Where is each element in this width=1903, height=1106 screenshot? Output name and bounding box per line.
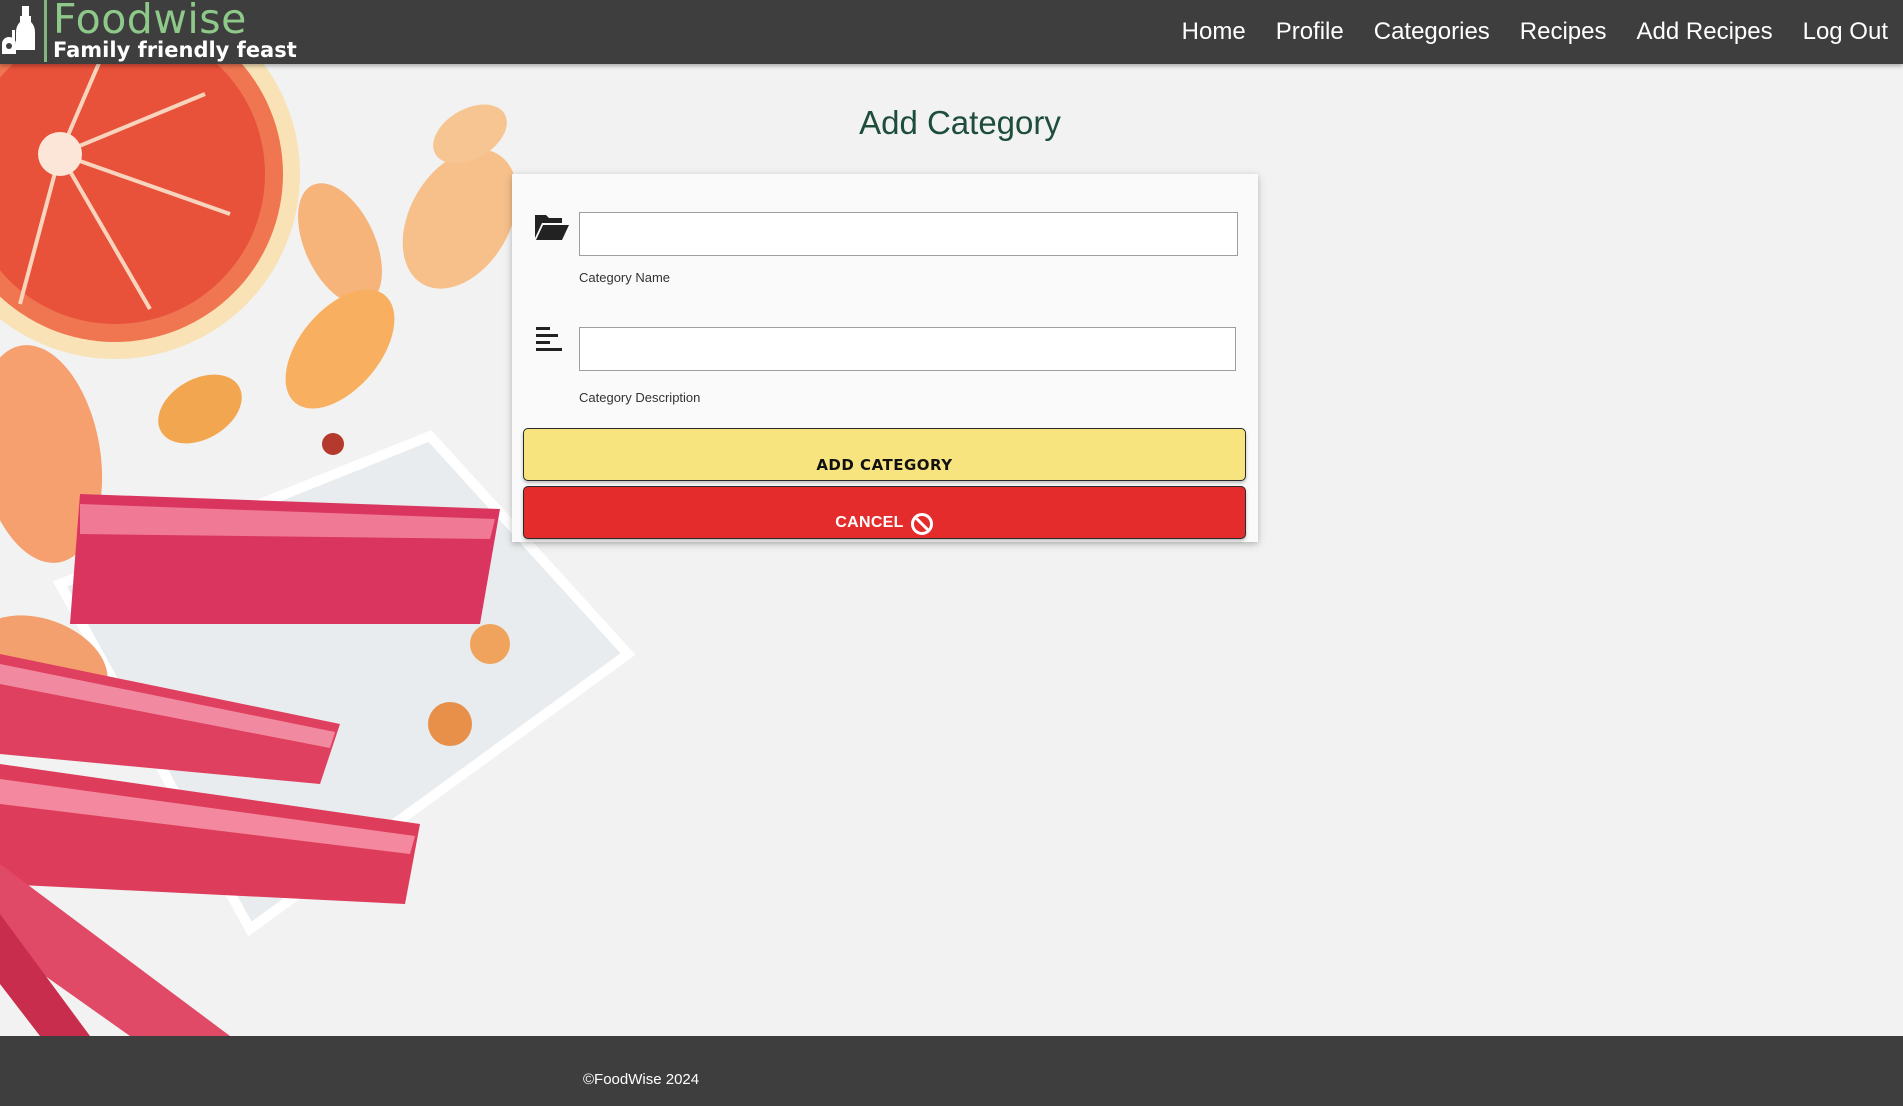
category-description-helper: Category Description: [579, 390, 701, 405]
add-category-label: ADD CATEGORY: [816, 456, 953, 474]
nav-home[interactable]: Home: [1167, 18, 1261, 46]
navbar: Foodwise Family friendly feast Home Prof…: [0, 0, 1903, 64]
logo-divider: [44, 0, 47, 62]
add-category-form: Category Name Category Description ADD C…: [512, 174, 1258, 542]
nav-profile[interactable]: Profile: [1261, 18, 1359, 46]
brand-logo[interactable]: Foodwise Family friendly feast: [0, 0, 297, 64]
nav-add-recipes[interactable]: Add Recipes: [1622, 18, 1788, 46]
cancel-label: CANCEL: [835, 514, 904, 531]
cancel-button[interactable]: CANCEL: [523, 486, 1246, 539]
main-content: Add Category Category Name Category Desc…: [0, 64, 1903, 1036]
footer-copyright: ©FoodWise 2024: [583, 1071, 700, 1088]
folder-open-icon: [534, 212, 572, 246]
logo-text: Foodwise Family friendly feast: [53, 0, 297, 61]
footer: ©FoodWise 2024: [0, 1036, 1903, 1106]
category-name-helper: Category Name: [579, 270, 671, 285]
nav-links: Home Profile Categories Recipes Add Reci…: [1167, 0, 1903, 64]
category-description-input[interactable]: [579, 327, 1236, 371]
nav-categories[interactable]: Categories: [1359, 18, 1505, 46]
page-title: Add Category: [859, 104, 1061, 141]
block-icon: [910, 513, 933, 535]
align-left-icon: [534, 324, 572, 358]
nav-recipes[interactable]: Recipes: [1505, 18, 1622, 46]
brand-name: Foodwise: [53, 0, 247, 43]
brand-tagline: Family friendly feast: [53, 38, 297, 62]
category-name-input[interactable]: [579, 212, 1238, 256]
kitchen-utensils-icon: [0, 0, 42, 64]
nav-log-out[interactable]: Log Out: [1788, 18, 1903, 46]
add-category-button[interactable]: ADD CATEGORY: [523, 428, 1246, 481]
